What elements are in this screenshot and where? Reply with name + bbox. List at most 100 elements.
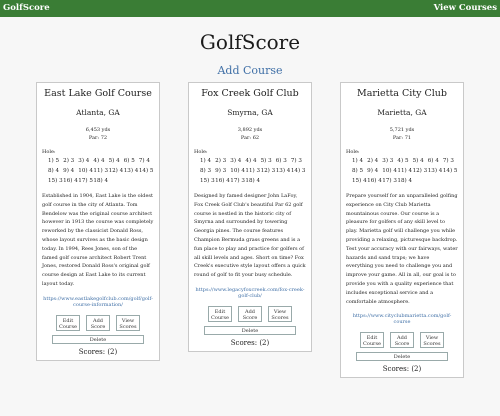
hole-par: 16) 4	[367, 178, 382, 184]
hole-par: 11) 3	[245, 168, 261, 174]
course-actions: Edit Course Add Score View Scores	[346, 332, 458, 349]
course-yardage: 6,453 yds	[85, 127, 111, 133]
page-title: GolfScore	[199, 30, 301, 54]
hole-par: 18) 4	[93, 178, 109, 184]
hole-par: 13) 4	[275, 168, 291, 174]
brand-link[interactable]: GolfScore	[3, 3, 50, 13]
hole-par: 7) 3	[442, 158, 454, 164]
hole-par: 17) 3	[230, 178, 245, 184]
hole-list: 1) 4 2) 3 3) 4 4) 4 5) 3 6) 3 7) 3 8) 3 9) 3 10) …	[194, 158, 306, 184]
hole-par: 16) 4	[63, 178, 78, 184]
hole-par: 11) 3	[93, 168, 109, 174]
top-navbar: GolfScore View Courses	[0, 0, 500, 17]
view-label-line2: Scores	[119, 323, 137, 330]
hole-par: 4) 4	[93, 158, 105, 164]
course-description: Designed by famed designer John LaFoy, F…	[194, 193, 306, 279]
hole-label: Hole:	[346, 149, 360, 155]
add-label-line2: Score	[242, 314, 258, 321]
hole-list: 1) 5 2) 3 3) 4 4) 4 5) 4 6) 5 7) 4 8) 4 9) 4 10) …	[42, 158, 154, 184]
hole-par: 2) 3	[63, 158, 75, 164]
course-website-link[interactable]: https://www.legacyfoxcreek.com/fox-creek…	[194, 287, 306, 299]
hole-par: 15) 4	[352, 178, 367, 184]
add-course-link[interactable]: Add Course	[0, 64, 500, 77]
add-score-button[interactable]: Add Score	[86, 314, 110, 331]
hole-par: 9) 3	[215, 168, 227, 174]
add-label-line2: Score	[90, 323, 106, 330]
view-scores-button[interactable]: View Scores	[420, 332, 444, 349]
course-website-link[interactable]: https://www.eastlakegolfclub.com/golf/go…	[42, 296, 154, 308]
course-city: Marietta, GA	[377, 108, 427, 117]
hole-par: 18) 4	[245, 178, 261, 184]
hole-par: 3) 4	[78, 158, 90, 164]
hole-par: 1) 4	[352, 158, 364, 164]
scores-count: Scores: (2)	[382, 365, 422, 374]
course-description: Established in 1904, East Lake is the ol…	[42, 193, 154, 287]
hole-par: 2) 4	[367, 158, 379, 164]
add-score-button[interactable]: Add Score	[390, 332, 414, 349]
hole-par: 4) 5	[397, 158, 409, 164]
hole-par: 4) 4	[245, 158, 257, 164]
hole-par: 3) 3	[382, 158, 394, 164]
hole-par: 11) 4	[397, 168, 413, 174]
edit-label-line2: Course	[363, 341, 381, 348]
view-scores-button[interactable]: View Scores	[116, 314, 140, 331]
hole-par: 15) 3	[48, 178, 63, 184]
add-label-line2: Score	[394, 341, 410, 348]
hole-par: 5) 4	[108, 158, 120, 164]
course-yardage: 5,721 yds	[389, 127, 415, 133]
hole-par: 12) 4	[108, 168, 124, 174]
view-label-line2: Scores	[271, 314, 289, 321]
hole-par: 9) 4	[367, 168, 379, 174]
hole-par: 14) 5	[138, 168, 154, 174]
hole-par: 15) 3	[200, 178, 215, 184]
view-label-line2: Scores	[423, 341, 441, 348]
scores-count: Scores: (2)	[230, 338, 270, 347]
hole-par: 12) 3	[412, 168, 428, 174]
edit-course-button[interactable]: Edit Course	[360, 332, 384, 349]
course-par: Par: 62	[240, 135, 260, 141]
hole-par: 12) 3	[260, 168, 276, 174]
hole-par: 6) 4	[427, 158, 439, 164]
course-par: Par: 71	[392, 135, 412, 141]
hole-label: Hole:	[194, 149, 208, 155]
course-yardage: 3,892 yds	[237, 127, 263, 133]
scores-count: Scores: (2)	[78, 347, 118, 356]
hole-par: 8) 3	[200, 168, 212, 174]
hole-par: 6) 3	[275, 158, 287, 164]
course-city: Smyrna, GA	[227, 108, 273, 117]
course-actions: Edit Course Add Score View Scores	[42, 314, 154, 331]
hole-par: 17) 5	[78, 178, 93, 184]
delete-course-button[interactable]: Delete	[204, 325, 296, 335]
hole-par: 1) 4	[200, 158, 212, 164]
hole-par: 18) 4	[397, 178, 413, 184]
hole-par: 13) 4	[123, 168, 139, 174]
delete-course-button[interactable]: Delete	[52, 334, 144, 344]
edit-course-button[interactable]: Edit Course	[208, 305, 232, 322]
course-par: Par: 72	[88, 135, 108, 141]
hole-par: 5) 3	[260, 158, 272, 164]
course-name: East Lake Golf Course	[44, 88, 152, 99]
view-scores-button[interactable]: View Scores	[268, 305, 292, 322]
hole-par: 2) 3	[215, 158, 227, 164]
hole-par: 8) 5	[352, 168, 364, 174]
edit-label-line2: Course	[211, 314, 229, 321]
delete-course-button[interactable]: Delete	[356, 352, 448, 362]
course-website-link[interactable]: https://www.cityclubmarietta.com/golf-co…	[346, 313, 458, 325]
course-description: Prepare yourself for an unparalleled gol…	[346, 193, 458, 305]
edit-course-button[interactable]: Edit Course	[56, 314, 80, 331]
view-courses-link[interactable]: View Courses	[434, 3, 497, 13]
hole-par: 5) 4	[412, 158, 424, 164]
hole-par: 3) 4	[230, 158, 242, 164]
hole-par: 7) 4	[138, 158, 150, 164]
course-city: Atlanta, GA	[76, 108, 120, 117]
hole-list: 1) 4 2) 4 3) 3 4) 5 5) 4 6) 4 7) 3 8) 5 9) 4 10) …	[346, 158, 458, 184]
hole-par: 10) 4	[382, 168, 397, 174]
course-name: Fox Creek Golf Club	[201, 88, 299, 99]
hole-par: 13) 4	[427, 168, 443, 174]
course-card: Fox Creek Golf Club Smyrna, GA 3,892 yds…	[188, 82, 312, 352]
hole-par: 10) 4	[230, 168, 245, 174]
hole-par: 7) 3	[290, 158, 302, 164]
hole-par: 1) 5	[48, 158, 60, 164]
hole-par: 17) 3	[382, 178, 397, 184]
add-score-button[interactable]: Add Score	[238, 305, 262, 322]
